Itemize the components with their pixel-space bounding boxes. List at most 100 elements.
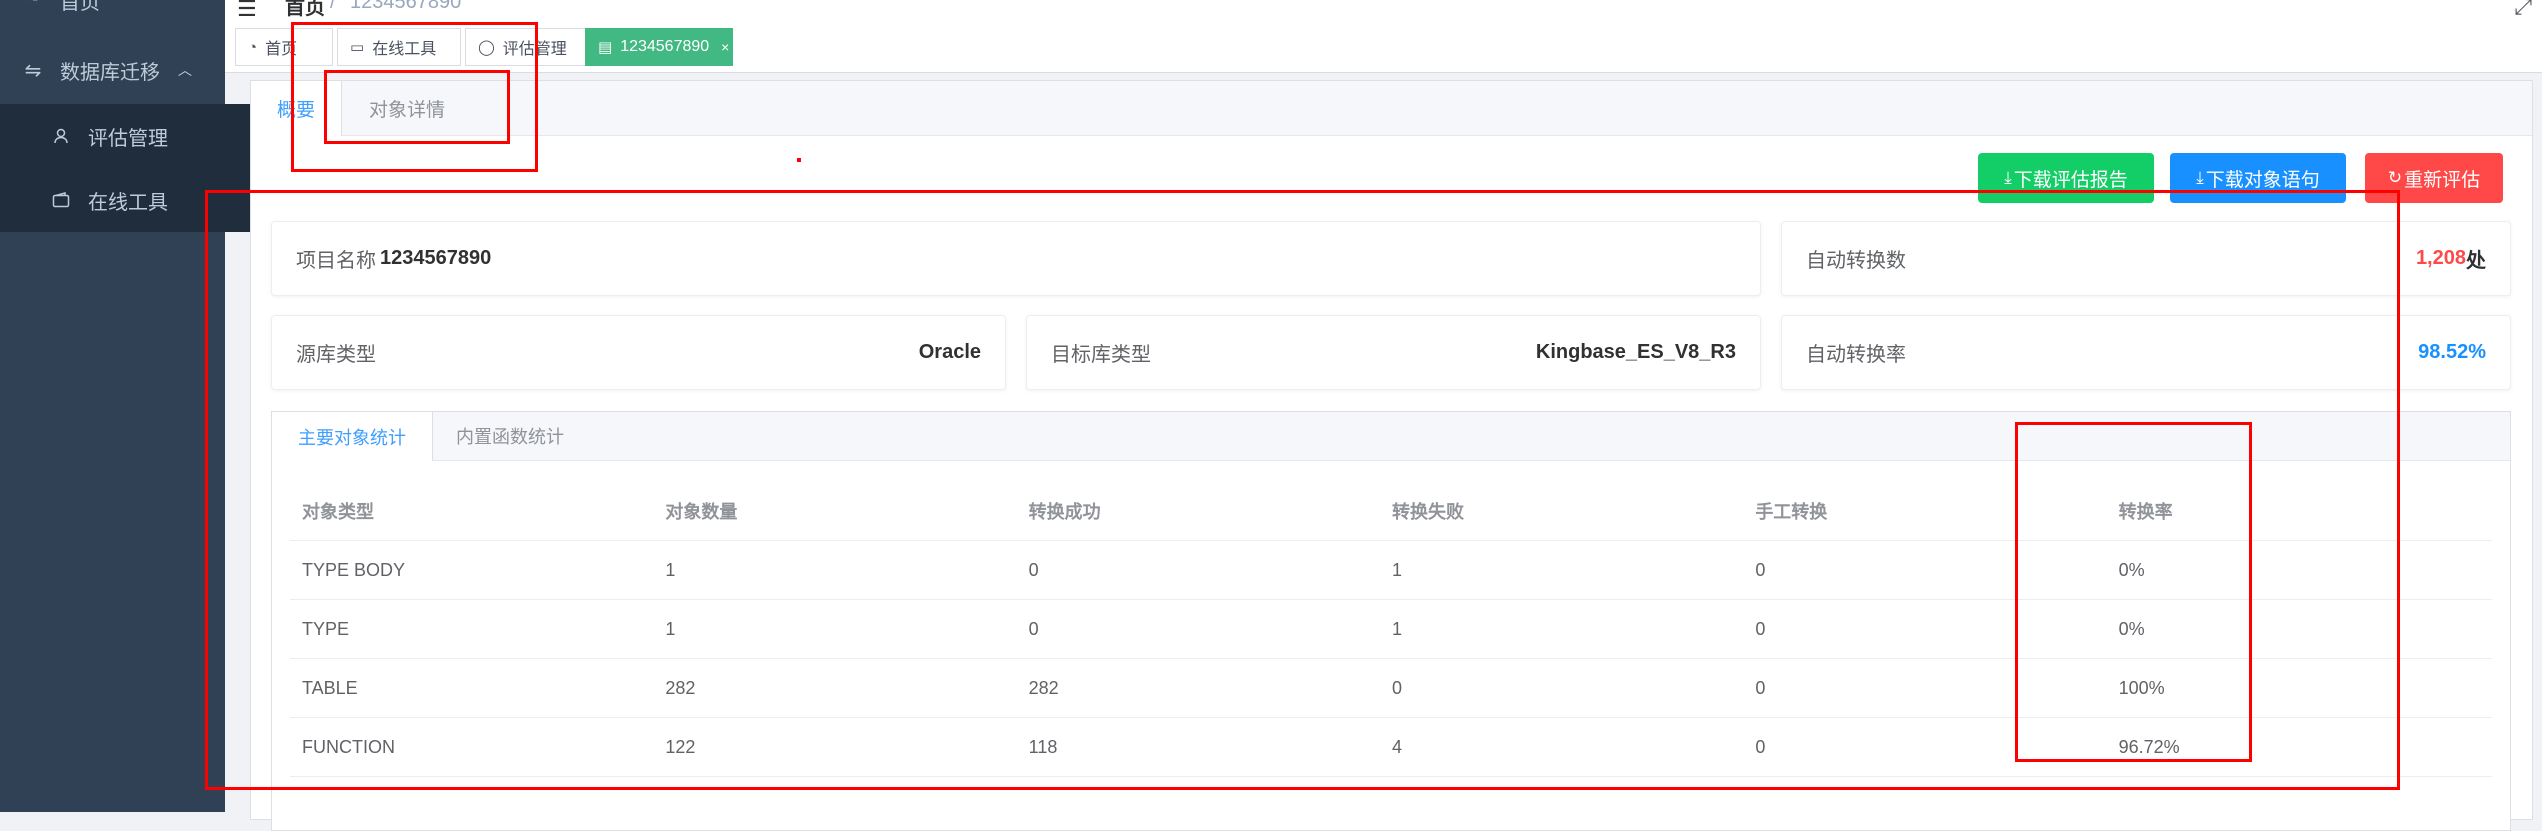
tab-object-details[interactable]: 对象详情 — [343, 81, 471, 135]
cell-type: TABLE — [290, 658, 654, 718]
sidebar: ◔ 首页 ⇋ 数据库迁移 ︿ 评估管理 在线工具 — [0, 0, 275, 812]
dashboard-icon: ◔ — [22, 0, 44, 11]
cell-manual: 0 — [1743, 540, 2107, 600]
column-header: 对象类型 — [290, 482, 654, 541]
cell-fail: 4 — [1379, 717, 1744, 777]
breadcrumb-current: 1234567890 — [350, 0, 462, 13]
tag-label: 1234567890 — [620, 38, 710, 55]
cell-fail: 1 — [1379, 599, 1744, 659]
download-report-button[interactable]: ⤓ 下载评估报告 — [1978, 153, 2154, 203]
cell-manual: 0 — [1743, 717, 2107, 777]
tag-label: 评估管理 — [502, 41, 567, 58]
re-evaluate-button[interactable]: ↻ 重新评估 — [2365, 153, 2503, 203]
user-icon: ◯ — [478, 39, 495, 56]
sidebar-item-label: 数据库迁移 — [60, 61, 160, 84]
cell-manual: 0 — [1743, 658, 2107, 718]
dashboard-icon: ◔ — [248, 38, 258, 56]
tag-online-tools[interactable]: ▭ 在线工具 — [337, 28, 461, 66]
sidebar-item-online-tools[interactable]: 在线工具 — [0, 168, 275, 232]
statistics-card: 主要对象统计 内置函数统计 对象类型 对象数量 转换成功 转换失败 手工转换 转… — [271, 411, 2511, 831]
cell-type: TYPE — [290, 599, 654, 659]
tag-evaluation[interactable]: ◯ 评估管理 — [465, 28, 589, 66]
sidebar-item-database-migration[interactable]: ⇋ 数据库迁移 ︿ — [0, 38, 247, 102]
wallet-icon: ▭ — [350, 39, 365, 56]
cell-success: 0 — [1016, 540, 1380, 600]
card-auto-convert-rate: 自动转换率 98.52% — [1781, 315, 2511, 390]
tag-home[interactable]: ◔ 首页 — [235, 28, 333, 66]
refresh-icon: ↻ — [2387, 168, 2403, 187]
cell-rate: 0% — [2106, 540, 2492, 600]
wallet-icon — [50, 189, 72, 211]
project-name-label: 项目名称 — [296, 250, 376, 272]
cell-type: TYPE BODY — [290, 540, 654, 600]
project-name-value: 1234567890 — [380, 247, 492, 269]
migration-icon: ⇋ — [24, 59, 42, 82]
source-db-value: Oracle — [918, 341, 981, 363]
hamburger-icon[interactable]: ☰ — [237, 0, 257, 22]
breadcrumb-separator: / — [330, 0, 336, 13]
tab-main-objects[interactable]: 主要对象统计 — [272, 412, 433, 461]
cell-count: 122 — [653, 717, 1017, 777]
column-header: 转换率 — [2106, 482, 2492, 541]
column-header: 转换失败 — [1379, 482, 1744, 541]
cell-success: 282 — [1016, 658, 1380, 718]
cell-manual: 0 — [1743, 599, 2107, 659]
sidebar-item-label: 在线工具 — [88, 191, 168, 214]
navbar: ☰ 首页 / 1234567890 ⤢ — [225, 0, 2542, 22]
fullscreen-icon[interactable]: ⤢ — [2514, 0, 2532, 20]
cell-fail: 1 — [1379, 540, 1744, 600]
download-sql-button[interactable]: ⤓ 下载对象语句 — [2170, 153, 2346, 203]
page-tabs: 概要 对象详情 — [251, 81, 2532, 136]
table-row: TABLE 282 282 0 0 100% — [290, 658, 2492, 718]
user-icon — [50, 125, 72, 147]
table-row: TYPE 1 0 1 0 0% — [290, 599, 2492, 659]
sidebar-item-label: 首页 — [60, 0, 100, 14]
tab-overview[interactable]: 概要 — [251, 81, 343, 136]
cell-rate: 0% — [2106, 599, 2492, 659]
table-row: FUNCTION 122 118 4 0 96.72% — [290, 717, 2492, 777]
tags-view: ◔ 首页 ▭ 在线工具 ◯ 评估管理 ▤ 1234567890 × — [225, 22, 2542, 73]
sidebar-item-home[interactable]: ◔ 首页 — [0, 0, 247, 32]
auto-convert-count-label: 自动转换数 — [1806, 250, 1906, 272]
tag-project[interactable]: ▤ 1234567890 × — [585, 28, 733, 66]
document-icon: ▤ — [598, 39, 613, 56]
object-statistics-table: 对象类型 对象数量 转换成功 转换失败 手工转换 转换率 TYPE BODY 1… — [290, 482, 2492, 777]
cell-rate: 100% — [2106, 658, 2492, 718]
target-db-value: Kingbase_ES_V8_R3 — [1535, 341, 1736, 363]
cell-type: FUNCTION — [290, 717, 654, 777]
auto-convert-count-value: 1,208 — [2415, 247, 2466, 269]
auto-convert-count-unit: 处 — [2466, 250, 2486, 272]
cell-count: 1 — [653, 599, 1017, 659]
card-source-db: 源库类型 Oracle — [271, 315, 1006, 390]
table-header-row: 对象类型 对象数量 转换成功 转换失败 手工转换 转换率 — [290, 482, 2492, 541]
sidebar-item-label: 评估管理 — [88, 127, 168, 150]
download-icon: ⤓ — [2004, 168, 2012, 187]
cell-count: 282 — [653, 658, 1017, 718]
column-header: 对象数量 — [653, 482, 1017, 541]
card-auto-convert-count: 自动转换数 1,208 处 — [1781, 221, 2511, 296]
auto-convert-rate-value: 98.52% — [2418, 341, 2486, 363]
cell-success: 118 — [1016, 717, 1380, 777]
breadcrumb-home[interactable]: 首页 — [285, 0, 325, 20]
column-header: 转换成功 — [1016, 482, 1380, 541]
statistics-tabs: 主要对象统计 内置函数统计 — [272, 412, 2510, 461]
cell-count: 1 — [653, 540, 1017, 600]
annotation-dot — [797, 158, 801, 162]
auto-convert-rate-label: 自动转换率 — [1806, 344, 1906, 366]
column-header: 手工转换 — [1743, 482, 2107, 541]
chevron-up-icon: ︿ — [178, 62, 192, 78]
source-db-label: 源库类型 — [296, 344, 376, 366]
close-icon[interactable]: × — [721, 39, 729, 55]
cell-fail: 0 — [1379, 658, 1744, 718]
cell-success: 0 — [1016, 599, 1380, 659]
target-db-label: 目标库类型 — [1051, 344, 1151, 366]
tag-label: 首页 — [265, 41, 298, 58]
cell-rate: 96.72% — [2106, 717, 2492, 777]
main-panel: 概要 对象详情 ⤓ 下载评估报告 ⤓ 下载对象语句 ↻ 重新评估 项目名称 12… — [250, 80, 2533, 831]
card-project-name: 项目名称 1234567890 — [271, 221, 1761, 296]
tag-label: 在线工具 — [372, 41, 437, 58]
sidebar-item-evaluation[interactable]: 评估管理 — [0, 104, 275, 168]
table-row: TYPE BODY 1 0 1 0 0% — [290, 540, 2492, 600]
tab-builtin-functions[interactable]: 内置函数统计 — [430, 412, 590, 460]
card-target-db: 目标库类型 Kingbase_ES_V8_R3 — [1026, 315, 1761, 390]
